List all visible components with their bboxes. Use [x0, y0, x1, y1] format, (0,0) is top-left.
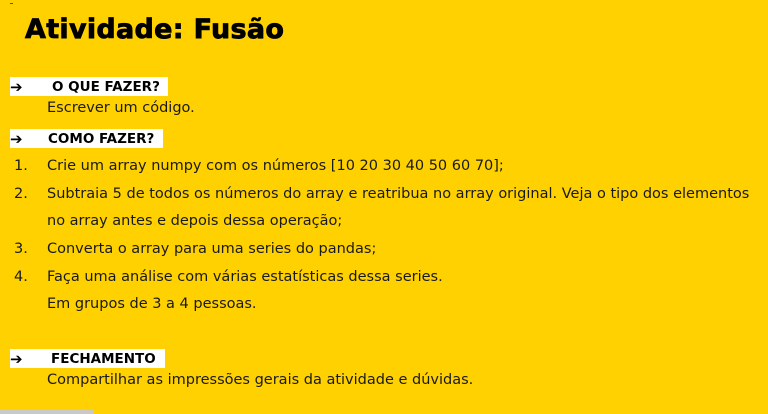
step-number: 1.	[14, 158, 28, 174]
step-number: 4.	[14, 269, 28, 285]
corner-mark	[10, 3, 13, 4]
section-label-fechamento: FECHAMENTO	[51, 350, 156, 367]
section-header-o-que-fazer: ➔ O QUE FAZER?	[10, 77, 168, 96]
o-que-fazer-text: Escrever um código.	[47, 100, 195, 116]
fechamento-text: Compartilhar as impressões gerais da ati…	[47, 372, 474, 388]
section-header-fechamento: ➔ FECHAMENTO	[10, 349, 165, 368]
step-text: Crie um array numpy com os números [10 2…	[47, 158, 504, 174]
arrow-right-icon: ➔	[10, 129, 23, 148]
step-text: Faça uma análise com várias estatísticas…	[47, 269, 443, 285]
step-text: Converta o array para uma series do pand…	[47, 241, 377, 257]
section-label-o-que-fazer: O QUE FAZER?	[52, 78, 160, 95]
bottom-scrollbar[interactable]	[0, 410, 94, 414]
slide-title: Atividade: Fusão	[25, 14, 285, 46]
step-text-continued: no array antes e depois dessa operação;	[47, 213, 343, 229]
step-text: Subtraia 5 de todos os números do array …	[47, 186, 750, 202]
arrow-right-icon: ➔	[10, 349, 23, 368]
slide: Atividade: Fusão ➔ O QUE FAZER? Escrever…	[0, 0, 768, 414]
section-header-como-fazer: ➔ COMO FAZER?	[10, 129, 163, 148]
step-number: 2.	[14, 186, 28, 202]
section-label-como-fazer: COMO FAZER?	[48, 130, 155, 147]
group-note: Em grupos de 3 a 4 pessoas.	[47, 296, 257, 312]
step-number: 3.	[14, 241, 28, 257]
arrow-right-icon: ➔	[10, 77, 23, 96]
